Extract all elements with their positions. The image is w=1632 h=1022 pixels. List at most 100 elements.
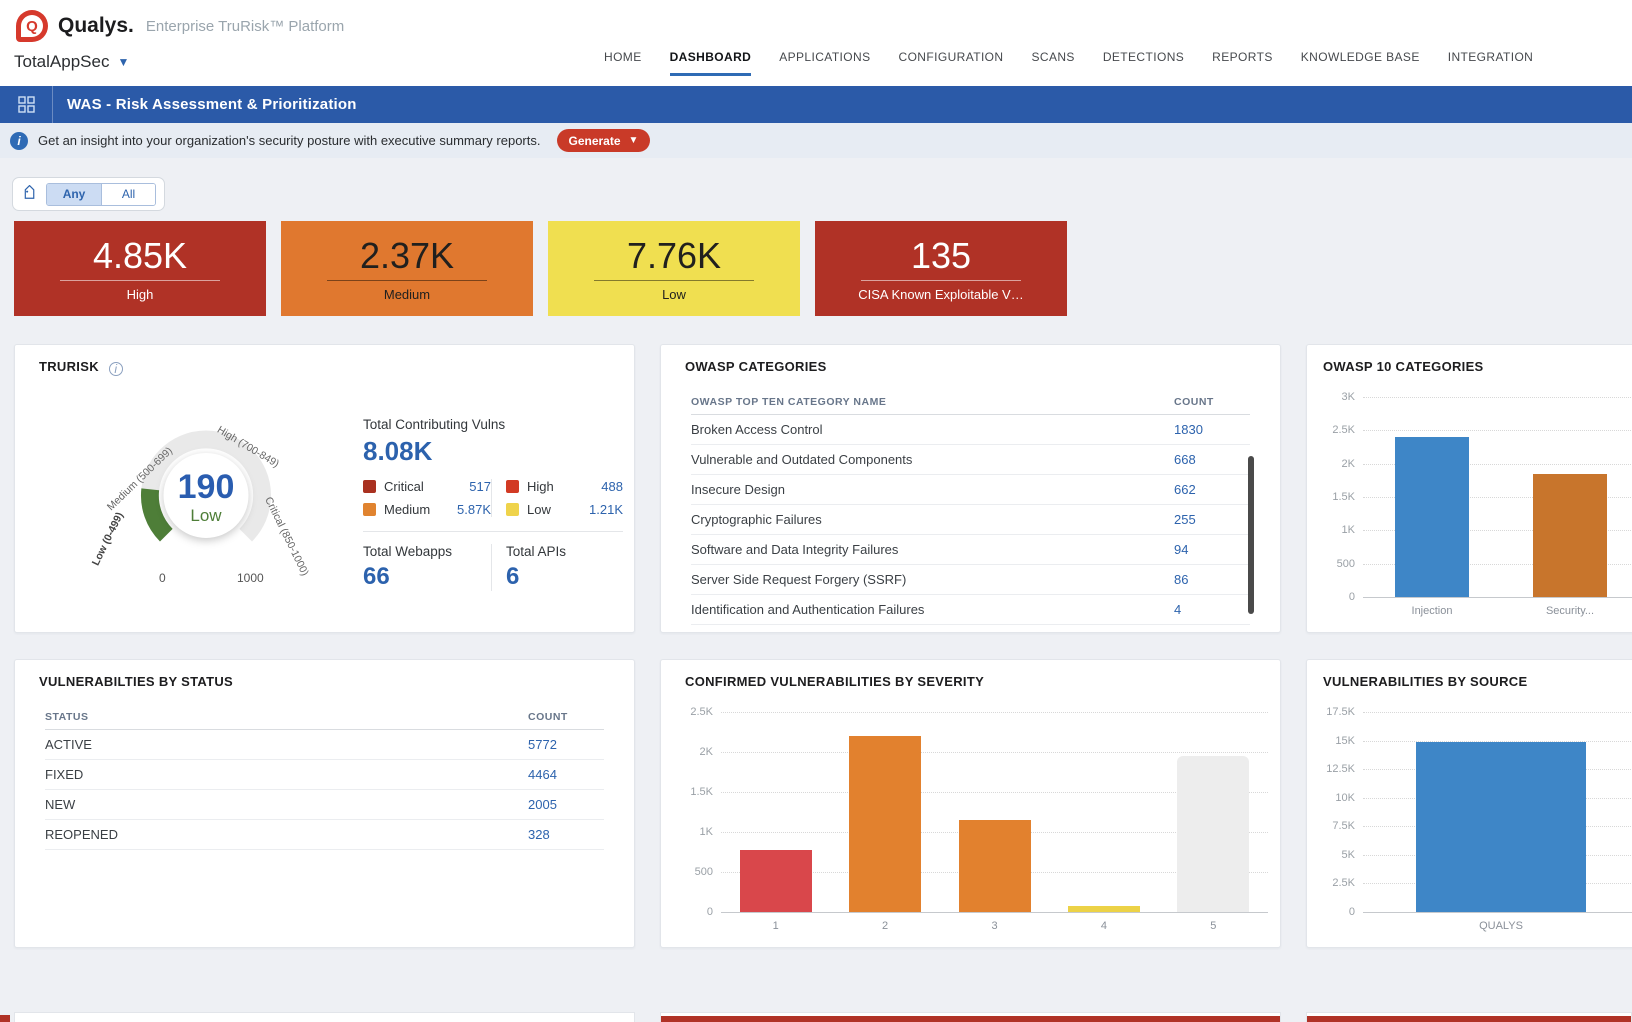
metric-label: High <box>127 287 154 302</box>
y-axis-tick: 1.5K <box>1332 491 1355 503</box>
bar-injection[interactable] <box>1395 437 1469 597</box>
count-link[interactable]: 4 <box>1174 602 1250 617</box>
table-row: Broken Access Control1830 <box>691 415 1250 445</box>
row-label: REOPENED <box>45 827 528 842</box>
app-selector-dropdown[interactable]: TotalAppSec ▼ <box>14 52 129 72</box>
y-axis-tick: 1K <box>1342 524 1355 536</box>
legend-item-critical: Critical 517 <box>363 479 491 494</box>
chevron-down-icon: ▼ <box>117 55 129 69</box>
count-link[interactable]: 2005 <box>528 797 604 812</box>
column-header-name: OWASP TOP TEN CATEGORY NAME <box>691 396 1174 408</box>
count-link[interactable]: 662 <box>1174 482 1250 497</box>
legend-item-low: Low 1.21K <box>506 502 623 517</box>
table-row: Insecure Design662 <box>691 475 1250 505</box>
nav-item-scans[interactable]: SCANS <box>1031 50 1074 76</box>
nav-item-knowledge-base[interactable]: KNOWLEDGE BASE <box>1301 50 1420 76</box>
brand-suffix: Enterprise TruRisk™ Platform <box>146 18 344 35</box>
metric-card-high[interactable]: 4.85K High <box>14 221 266 316</box>
bar-5[interactable] <box>1177 756 1249 912</box>
panel-title: OWASP CATEGORIES <box>685 359 827 374</box>
count-link[interactable]: 94 <box>1174 542 1250 557</box>
partial-panel <box>660 1012 1281 1022</box>
row-label: Identification and Authentication Failur… <box>691 602 1174 617</box>
y-axis-tick: 2K <box>700 746 713 758</box>
legend-value[interactable]: 488 <box>601 479 623 494</box>
count-link[interactable]: 5772 <box>528 737 604 752</box>
nav-item-applications[interactable]: APPLICATIONS <box>779 50 870 76</box>
metric-value: 2.37K <box>360 236 454 276</box>
tag-scope-any-option[interactable]: Any <box>47 184 101 205</box>
total-webapps-value[interactable]: 66 <box>363 563 491 591</box>
card-divider <box>60 280 220 281</box>
dashboard-title: WAS - Risk Assessment & Prioritization <box>67 96 357 113</box>
column-header-count: COUNT <box>1174 396 1250 408</box>
card-divider <box>327 280 487 281</box>
y-axis-tick: 3K <box>1342 391 1355 403</box>
metric-value: 4.85K <box>93 236 187 276</box>
info-icon[interactable]: i <box>109 362 123 376</box>
metric-card-medium[interactable]: 2.37K Medium <box>281 221 533 316</box>
column-header-status: STATUS <box>45 711 528 723</box>
partial-red-chip <box>0 1015 10 1022</box>
count-link[interactable]: 1830 <box>1174 422 1250 437</box>
count-link[interactable]: 255 <box>1174 512 1250 527</box>
bar-qualys[interactable] <box>1416 742 1586 912</box>
nav-item-configuration[interactable]: CONFIGURATION <box>899 50 1004 76</box>
tag-filter: Any All <box>12 177 165 211</box>
count-link[interactable]: 4464 <box>528 767 604 782</box>
bar-2[interactable] <box>849 736 921 912</box>
divider <box>363 531 623 532</box>
brand-name: Qualys. <box>58 14 134 38</box>
x-axis-label: 1 <box>773 920 779 932</box>
count-link[interactable]: 86 <box>1174 572 1250 587</box>
bar-4[interactable] <box>1068 906 1140 912</box>
trurisk-title-text: TRURISK <box>39 359 99 374</box>
metric-card-cisa[interactable]: 135 CISA Known Exploitable V… <box>815 221 1067 316</box>
metric-card-low[interactable]: 7.76K Low <box>548 221 800 316</box>
metric-label: Low <box>662 287 686 302</box>
nav-item-dashboard[interactable]: DASHBOARD <box>670 50 752 76</box>
tag-scope-toggle: Any All <box>46 183 156 206</box>
panel-title: VULNERABILITIES BY SOURCE <box>1323 674 1527 689</box>
totals-row: Total Webapps 66 Total APIs 6 <box>363 544 623 591</box>
vertical-scrollbar[interactable] <box>1248 456 1254 614</box>
x-axis-label: QUALYS <box>1479 920 1523 932</box>
nav-item-home[interactable]: HOME <box>604 50 642 76</box>
legend-label: Critical <box>384 479 424 494</box>
legend-value[interactable]: 517 <box>469 479 491 494</box>
column-header-count: COUNT <box>528 711 604 723</box>
x-axis-label: Security... <box>1546 605 1594 617</box>
y-axis-tick: 0 <box>1349 906 1355 918</box>
table-row: ACTIVE5772 <box>45 730 604 760</box>
gauge-center: 190 Low <box>178 470 235 526</box>
partial-panel <box>1306 1012 1632 1022</box>
dashboard-switcher-button[interactable] <box>0 86 53 123</box>
legend-value[interactable]: 1.21K <box>589 502 623 517</box>
nav-item-integration[interactable]: INTEGRATION <box>1448 50 1534 76</box>
nav-item-reports[interactable]: REPORTS <box>1212 50 1273 76</box>
tag-scope-all-option[interactable]: All <box>101 184 155 205</box>
count-link[interactable]: 328 <box>528 827 604 842</box>
y-axis-tick: 2.5K <box>690 706 713 718</box>
bar-3[interactable] <box>959 820 1031 912</box>
total-contributing-value[interactable]: 8.08K <box>363 436 623 467</box>
gauge-rating: Low <box>178 506 235 526</box>
status-table: STATUS COUNT ACTIVE5772FIXED4464NEW2005R… <box>45 704 604 850</box>
total-contributing-label: Total Contributing Vulns <box>363 417 623 432</box>
table-header: OWASP TOP TEN CATEGORY NAME COUNT <box>691 389 1250 415</box>
count-link[interactable]: 668 <box>1174 452 1250 467</box>
table-body: Broken Access Control1830Vulnerable and … <box>691 415 1250 625</box>
bar-1[interactable] <box>740 850 812 912</box>
table-row: FIXED4464 <box>45 760 604 790</box>
source-chart-panel: VULNERABILITIES BY SOURCE 02.5K5K7.5K10K… <box>1306 659 1632 948</box>
y-axis-tick: 500 <box>695 866 713 878</box>
legend-label: Low <box>527 502 551 517</box>
tag-icon <box>21 185 38 203</box>
partial-red-bar <box>661 1016 1280 1022</box>
nav-item-detections[interactable]: DETECTIONS <box>1103 50 1184 76</box>
generate-button[interactable]: Generate ▼ <box>557 129 651 152</box>
total-apis-value[interactable]: 6 <box>506 563 619 591</box>
row-label: Cryptographic Failures <box>691 512 1174 527</box>
bar-security-[interactable] <box>1533 474 1607 597</box>
legend-value[interactable]: 5.87K <box>457 502 491 517</box>
